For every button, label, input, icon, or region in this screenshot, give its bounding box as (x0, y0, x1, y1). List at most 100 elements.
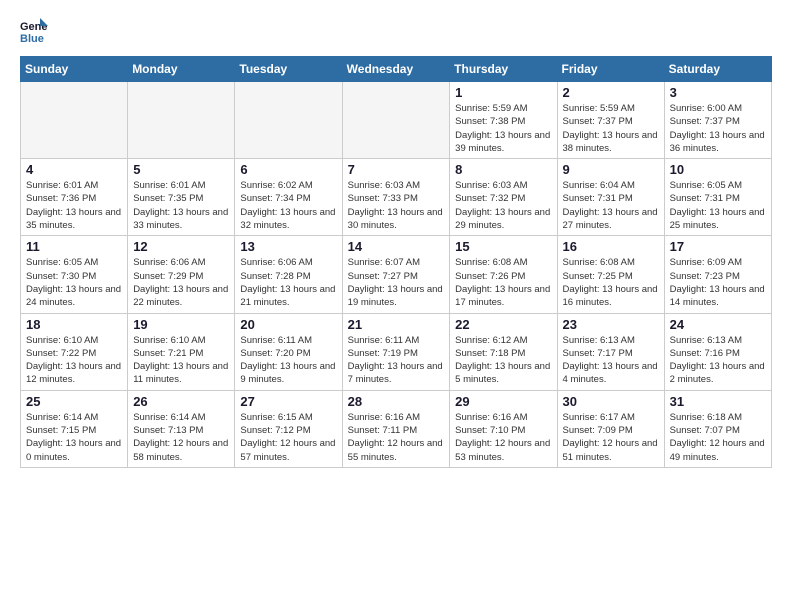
day-info: Sunrise: 6:10 AMSunset: 7:21 PMDaylight:… (133, 334, 229, 387)
day-info: Sunrise: 6:11 AMSunset: 7:19 PMDaylight:… (348, 334, 445, 387)
day-info: Sunrise: 6:10 AMSunset: 7:22 PMDaylight:… (26, 334, 122, 387)
day-info: Sunrise: 6:16 AMSunset: 7:10 PMDaylight:… (455, 411, 551, 464)
day-info: Sunrise: 6:06 AMSunset: 7:28 PMDaylight:… (240, 256, 336, 309)
calendar-cell (128, 82, 235, 159)
day-header-saturday: Saturday (664, 57, 771, 82)
calendar-cell: 2 Sunrise: 5:59 AMSunset: 7:37 PMDaylight… (557, 82, 664, 159)
day-number: 6 (240, 162, 336, 177)
calendar-cell: 8 Sunrise: 6:03 AMSunset: 7:32 PMDaylight… (450, 159, 557, 236)
day-number: 7 (348, 162, 445, 177)
calendar-cell: 17Sunrise: 6:09 AMSunset: 7:23 PMDayligh… (664, 236, 771, 313)
calendar-cell: 10 Sunrise: 6:05 AMSunset: 7:31 PMDayligh… (664, 159, 771, 236)
calendar-cell: 28 Sunrise: 6:16 AMSunset: 7:11 PMDayligh… (342, 390, 450, 467)
calendar-cell: 20Sunrise: 6:11 AMSunset: 7:20 PMDayligh… (235, 313, 342, 390)
week-row-3: 11 Sunrise: 6:05 AMSunset: 7:30 PMDayligh… (21, 236, 772, 313)
week-row-5: 25 Sunrise: 6:14 AMSunset: 7:15 PMDayligh… (21, 390, 772, 467)
day-info: Sunrise: 6:03 AMSunset: 7:33 PMDaylight:… (348, 179, 445, 232)
svg-text:Blue: Blue (20, 33, 44, 44)
day-number: 28 (348, 394, 445, 409)
day-number: 9 (563, 162, 659, 177)
calendar-cell: 26 Sunrise: 6:14 AMSunset: 7:13 PMDayligh… (128, 390, 235, 467)
calendar-cell: 15 Sunrise: 6:08 AMSunset: 7:26 PMDayligh… (450, 236, 557, 313)
week-row-1: 1 Sunrise: 5:59 AMSunset: 7:38 PMDaylight… (21, 82, 772, 159)
day-info: Sunrise: 6:13 AMSunset: 7:16 PMDaylight:… (670, 334, 766, 387)
day-info: Sunrise: 6:14 AMSunset: 7:15 PMDaylight:… (26, 411, 122, 464)
day-info: Sunrise: 6:02 AMSunset: 7:34 PMDaylight:… (240, 179, 336, 232)
calendar-cell: 21Sunrise: 6:11 AMSunset: 7:19 PMDayligh… (342, 313, 450, 390)
calendar-cell (235, 82, 342, 159)
day-info: Sunrise: 6:05 AMSunset: 7:31 PMDaylight:… (670, 179, 766, 232)
logo-icon: General Blue (20, 16, 48, 44)
calendar-cell: 5 Sunrise: 6:01 AMSunset: 7:35 PMDaylight… (128, 159, 235, 236)
calendar-cell: 7 Sunrise: 6:03 AMSunset: 7:33 PMDaylight… (342, 159, 450, 236)
day-info: Sunrise: 6:18 AMSunset: 7:07 PMDaylight:… (670, 411, 766, 464)
calendar-cell: 12 Sunrise: 6:06 AMSunset: 7:29 PMDayligh… (128, 236, 235, 313)
day-number: 3 (670, 85, 766, 100)
day-info: Sunrise: 6:01 AMSunset: 7:35 PMDaylight:… (133, 179, 229, 232)
day-number: 24 (670, 317, 766, 332)
calendar-cell: 22Sunrise: 6:12 AMSunset: 7:18 PMDayligh… (450, 313, 557, 390)
page-header: General Blue (20, 16, 772, 44)
calendar-cell: 4Sunrise: 6:01 AMSunset: 7:36 PMDaylight… (21, 159, 128, 236)
day-info: Sunrise: 5:59 AMSunset: 7:37 PMDaylight:… (563, 102, 659, 155)
day-number: 23 (563, 317, 659, 332)
day-header-monday: Monday (128, 57, 235, 82)
calendar-cell: 1 Sunrise: 5:59 AMSunset: 7:38 PMDaylight… (450, 82, 557, 159)
day-info: Sunrise: 6:06 AMSunset: 7:29 PMDaylight:… (133, 256, 229, 309)
day-info: Sunrise: 6:17 AMSunset: 7:09 PMDaylight:… (563, 411, 659, 464)
day-number: 5 (133, 162, 229, 177)
day-number: 2 (563, 85, 659, 100)
day-number: 11 (26, 239, 122, 254)
day-header-wednesday: Wednesday (342, 57, 450, 82)
day-header-thursday: Thursday (450, 57, 557, 82)
day-header-tuesday: Tuesday (235, 57, 342, 82)
calendar-cell: 24 Sunrise: 6:13 AMSunset: 7:16 PMDayligh… (664, 313, 771, 390)
calendar-cell: 9 Sunrise: 6:04 AMSunset: 7:31 PMDaylight… (557, 159, 664, 236)
calendar-table: SundayMondayTuesdayWednesdayThursdayFrid… (20, 56, 772, 468)
calendar-header-row: SundayMondayTuesdayWednesdayThursdayFrid… (21, 57, 772, 82)
day-number: 12 (133, 239, 229, 254)
day-info: Sunrise: 6:09 AMSunset: 7:23 PMDaylight:… (670, 256, 766, 309)
day-info: Sunrise: 6:03 AMSunset: 7:32 PMDaylight:… (455, 179, 551, 232)
week-row-2: 4Sunrise: 6:01 AMSunset: 7:36 PMDaylight… (21, 159, 772, 236)
day-info: Sunrise: 6:15 AMSunset: 7:12 PMDaylight:… (240, 411, 336, 464)
week-row-4: 18 Sunrise: 6:10 AMSunset: 7:22 PMDayligh… (21, 313, 772, 390)
day-number: 30 (563, 394, 659, 409)
day-info: Sunrise: 6:13 AMSunset: 7:17 PMDaylight:… (563, 334, 659, 387)
calendar-cell: 25 Sunrise: 6:14 AMSunset: 7:15 PMDayligh… (21, 390, 128, 467)
day-number: 1 (455, 85, 551, 100)
calendar-cell: 16Sunrise: 6:08 AMSunset: 7:25 PMDayligh… (557, 236, 664, 313)
day-number: 8 (455, 162, 551, 177)
day-info: Sunrise: 6:14 AMSunset: 7:13 PMDaylight:… (133, 411, 229, 464)
day-info: Sunrise: 6:12 AMSunset: 7:18 PMDaylight:… (455, 334, 551, 387)
day-info: Sunrise: 6:01 AMSunset: 7:36 PMDaylight:… (26, 179, 122, 232)
calendar-cell: 29 Sunrise: 6:16 AMSunset: 7:10 PMDayligh… (450, 390, 557, 467)
calendar-cell: 23 Sunrise: 6:13 AMSunset: 7:17 PMDayligh… (557, 313, 664, 390)
day-number: 10 (670, 162, 766, 177)
day-number: 15 (455, 239, 551, 254)
day-number: 14 (348, 239, 445, 254)
day-number: 16 (563, 239, 659, 254)
day-number: 29 (455, 394, 551, 409)
day-header-sunday: Sunday (21, 57, 128, 82)
day-header-friday: Friday (557, 57, 664, 82)
day-info: Sunrise: 6:05 AMSunset: 7:30 PMDaylight:… (26, 256, 122, 309)
calendar-cell: 31Sunrise: 6:18 AMSunset: 7:07 PMDayligh… (664, 390, 771, 467)
logo: General Blue (20, 16, 52, 44)
day-number: 26 (133, 394, 229, 409)
day-number: 19 (133, 317, 229, 332)
calendar-cell: 18 Sunrise: 6:10 AMSunset: 7:22 PMDayligh… (21, 313, 128, 390)
calendar-cell: 13Sunrise: 6:06 AMSunset: 7:28 PMDayligh… (235, 236, 342, 313)
day-number: 27 (240, 394, 336, 409)
calendar-cell: 6 Sunrise: 6:02 AMSunset: 7:34 PMDaylight… (235, 159, 342, 236)
day-info: Sunrise: 6:04 AMSunset: 7:31 PMDaylight:… (563, 179, 659, 232)
day-info: Sunrise: 6:16 AMSunset: 7:11 PMDaylight:… (348, 411, 445, 464)
day-number: 20 (240, 317, 336, 332)
day-number: 25 (26, 394, 122, 409)
day-info: Sunrise: 6:08 AMSunset: 7:26 PMDaylight:… (455, 256, 551, 309)
calendar-cell: 3Sunrise: 6:00 AMSunset: 7:37 PMDaylight… (664, 82, 771, 159)
day-info: Sunrise: 5:59 AMSunset: 7:38 PMDaylight:… (455, 102, 551, 155)
calendar-cell: 14Sunrise: 6:07 AMSunset: 7:27 PMDayligh… (342, 236, 450, 313)
day-number: 18 (26, 317, 122, 332)
calendar-cell (342, 82, 450, 159)
